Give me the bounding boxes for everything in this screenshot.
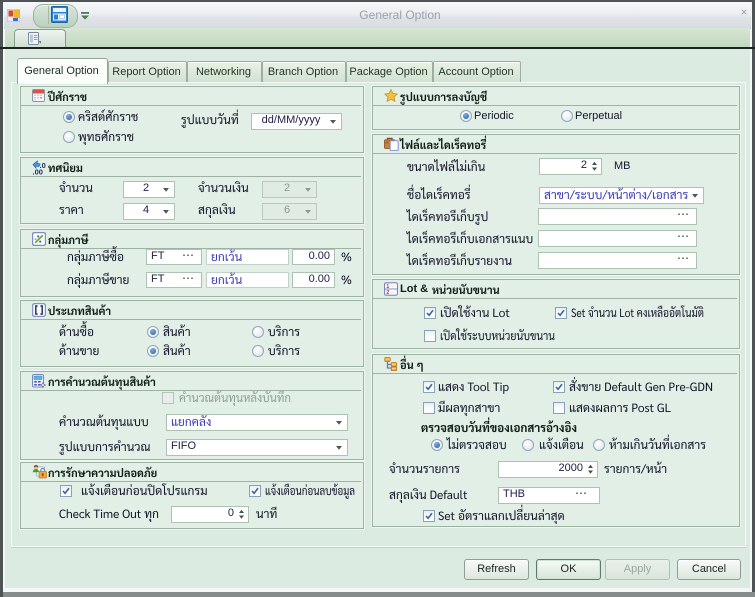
svg-text:.00: .00 <box>33 168 43 176</box>
svg-text:2: 2 <box>386 290 389 296</box>
svg-text:1: 1 <box>386 284 389 290</box>
